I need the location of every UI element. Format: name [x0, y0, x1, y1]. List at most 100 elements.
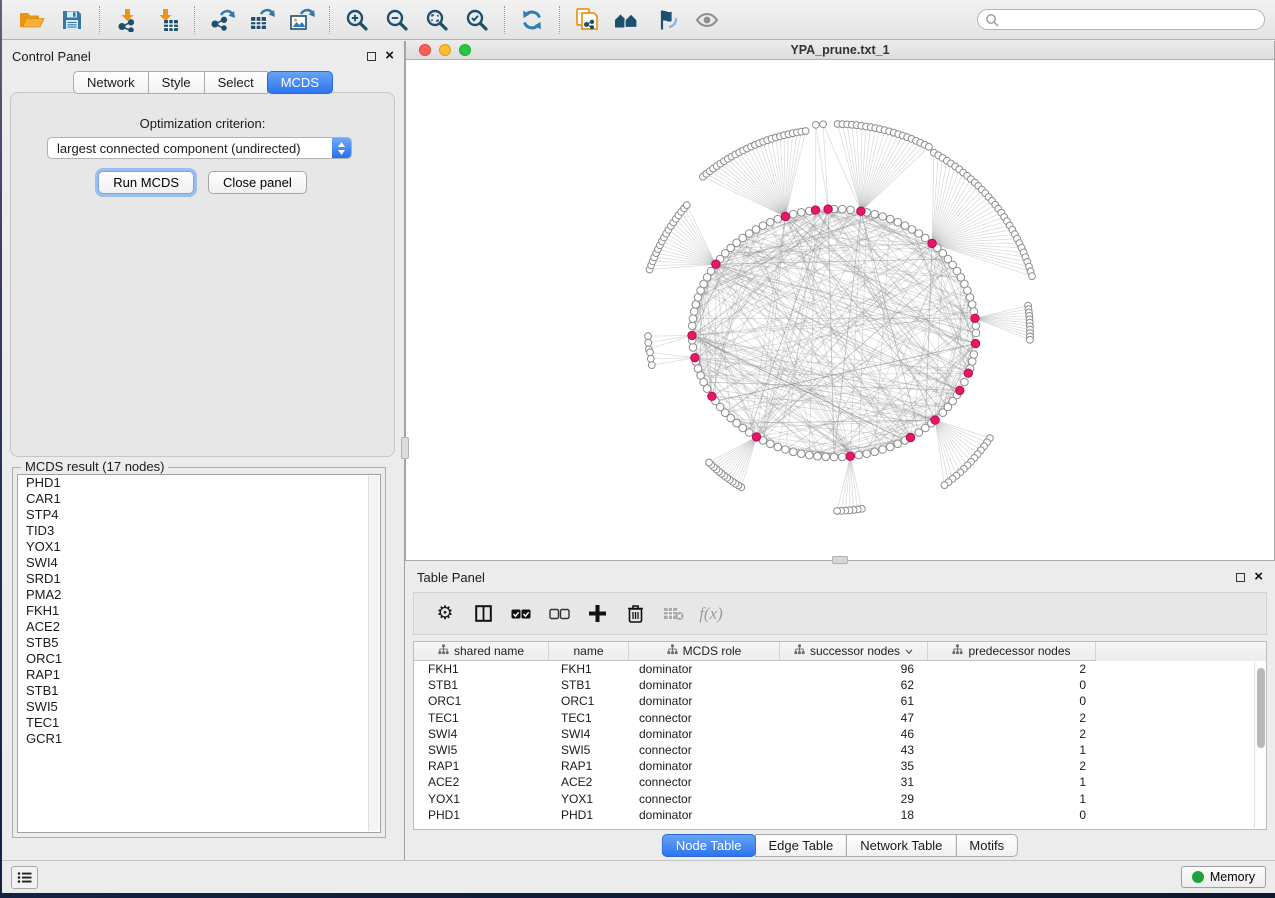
import-table-button[interactable]	[147, 4, 187, 36]
column-header-name[interactable]: name	[549, 642, 629, 661]
table-row[interactable]: SWI4SWI4dominator462	[414, 726, 1266, 742]
zoom-fit-button[interactable]	[417, 4, 457, 36]
column-header-shared-name[interactable]: shared name	[414, 642, 549, 661]
tab-motifs[interactable]: Motifs	[955, 834, 1018, 857]
mcds-list-scrollbar[interactable]	[368, 476, 379, 831]
table-row[interactable]: RAP1RAP1dominator352	[414, 758, 1266, 774]
zoom-in-icon	[345, 8, 369, 32]
horizontal-splitter-handle[interactable]	[832, 556, 848, 564]
float-panel-icon[interactable]	[367, 52, 376, 61]
delete-table-button[interactable]	[654, 597, 692, 631]
table-tabs: Node TableEdge TableNetwork TableMotifs	[662, 834, 1018, 857]
table-scrollbar-thumb[interactable]	[1257, 668, 1265, 748]
table-row[interactable]: YOX1YOX1connector291	[414, 791, 1266, 807]
mcds-result-item[interactable]: SWI5	[18, 699, 380, 715]
new-network-from-selection-button[interactable]	[567, 4, 607, 36]
search-input[interactable]	[999, 13, 1257, 27]
mcds-result-item[interactable]: STB1	[18, 683, 380, 699]
tab-network[interactable]: Network	[73, 71, 149, 94]
table-row[interactable]: PHD1PHD1dominator180	[414, 807, 1266, 823]
tab-network-table[interactable]: Network Table	[846, 834, 956, 857]
task-history-button[interactable]	[11, 866, 38, 889]
zoom-selected-button[interactable]	[457, 4, 497, 36]
close-panel-button[interactable]: Close panel	[208, 171, 307, 194]
column-header-MCDS-role[interactable]: MCDS role	[629, 642, 780, 661]
table-cell: 29	[780, 792, 928, 806]
tab-style[interactable]: Style	[148, 71, 205, 94]
save-session-button[interactable]	[52, 4, 92, 36]
close-table-panel-icon[interactable]: ×	[1254, 572, 1263, 582]
hide-selected-button[interactable]	[687, 4, 727, 36]
table-row[interactable]: STB1STB1dominator620	[414, 677, 1266, 693]
mcds-result-item[interactable]: ACE2	[18, 619, 380, 635]
tab-node-table[interactable]: Node Table	[662, 834, 756, 857]
optimization-criterion-label: Optimization criterion:	[11, 116, 394, 131]
table-row[interactable]: FKH1FKH1dominator962	[414, 661, 1266, 677]
memory-button[interactable]: Memory	[1181, 866, 1266, 888]
optimization-criterion-select[interactable]: largest connected component (undirected)	[47, 137, 352, 159]
open-file-button[interactable]	[12, 4, 52, 36]
table-cell: connector	[629, 711, 780, 725]
show-graphics-details-button[interactable]	[647, 4, 687, 36]
mcds-result-item[interactable]: RAP1	[18, 667, 380, 683]
table-cell: TEC1	[414, 711, 549, 725]
tab-select[interactable]: Select	[204, 71, 268, 94]
mcds-panel: Optimization criterion: largest connecte…	[10, 92, 395, 457]
zoom-out-button[interactable]	[377, 4, 417, 36]
mcds-result-item[interactable]: ORC1	[18, 651, 380, 667]
mcds-result-item[interactable]: STB5	[18, 635, 380, 651]
mcds-result-item[interactable]: YOX1	[18, 539, 380, 555]
export-table-button[interactable]	[242, 4, 282, 36]
select-all-button[interactable]	[502, 597, 540, 631]
mcds-result-item[interactable]: GCR1	[18, 731, 380, 747]
export-image-icon	[289, 8, 315, 32]
tab-mcds[interactable]: MCDS	[267, 71, 333, 94]
apply-function-button[interactable]: f(x)	[692, 597, 730, 631]
table-row[interactable]: TEC1TEC1connector472	[414, 710, 1266, 726]
optimization-criterion-value: largest connected component (undirected)	[48, 141, 332, 156]
float-table-panel-icon[interactable]	[1236, 573, 1245, 582]
mcds-result-item[interactable]: PHD1	[18, 475, 380, 491]
first-neighbors-button[interactable]	[607, 4, 647, 36]
table-row[interactable]: ACE2ACE2connector311	[414, 774, 1266, 790]
column-header-label: shared name	[454, 644, 524, 658]
delete-table-icon	[663, 606, 684, 621]
network-canvas[interactable]	[406, 60, 1274, 560]
export-image-button[interactable]	[282, 4, 322, 36]
mcds-result-item[interactable]: PMA2	[18, 587, 380, 603]
fx-icon: f(x)	[699, 604, 723, 624]
table-row[interactable]: ORC1ORC1dominator610	[414, 693, 1266, 709]
mcds-result-item[interactable]: TEC1	[18, 715, 380, 731]
export-network-button[interactable]	[202, 4, 242, 36]
mcds-result-item[interactable]: TID3	[18, 523, 380, 539]
table-row[interactable]: SWI5SWI5connector431	[414, 742, 1266, 758]
delete-column-button[interactable]	[616, 597, 654, 631]
mcds-result-item[interactable]: SRD1	[18, 571, 380, 587]
mcds-result-list: PHD1CAR1STP4TID3YOX1SWI4SRD1PMA2FKH1ACE2…	[17, 474, 381, 833]
mcds-result-item[interactable]: CAR1	[18, 491, 380, 507]
tab-edge-table[interactable]: Edge Table	[754, 834, 847, 857]
control-panel-tabs: NetworkStyleSelectMCDS	[2, 71, 404, 94]
column-header-predecessor-nodes[interactable]: predecessor nodes	[928, 642, 1096, 661]
network-window: YPA_prune.txt_1	[405, 41, 1275, 561]
close-panel-icon[interactable]: ×	[385, 51, 394, 61]
column-header-successor-nodes[interactable]: successor nodes	[780, 642, 928, 661]
network-window-titlebar[interactable]: YPA_prune.txt_1	[406, 41, 1274, 60]
eye-icon	[694, 8, 720, 32]
mcds-result-item[interactable]: SWI4	[18, 555, 380, 571]
show-columns-button[interactable]	[464, 597, 502, 631]
table-settings-button[interactable]: ⚙	[426, 597, 464, 631]
table-cell: 43	[780, 743, 928, 757]
add-column-button[interactable]	[578, 597, 616, 631]
apply-layout-button[interactable]	[512, 4, 552, 36]
vertical-splitter-handle[interactable]	[401, 437, 409, 459]
table-cell: 46	[780, 727, 928, 741]
zoom-selected-icon	[465, 8, 489, 32]
mcds-result-item[interactable]: FKH1	[18, 603, 380, 619]
run-mcds-button[interactable]: Run MCDS	[98, 171, 194, 194]
zoom-in-button[interactable]	[337, 4, 377, 36]
mcds-result-item[interactable]: STP4	[18, 507, 380, 523]
import-network-button[interactable]	[107, 4, 147, 36]
deselect-all-button[interactable]	[540, 597, 578, 631]
table-cell: ORC1	[549, 694, 629, 708]
